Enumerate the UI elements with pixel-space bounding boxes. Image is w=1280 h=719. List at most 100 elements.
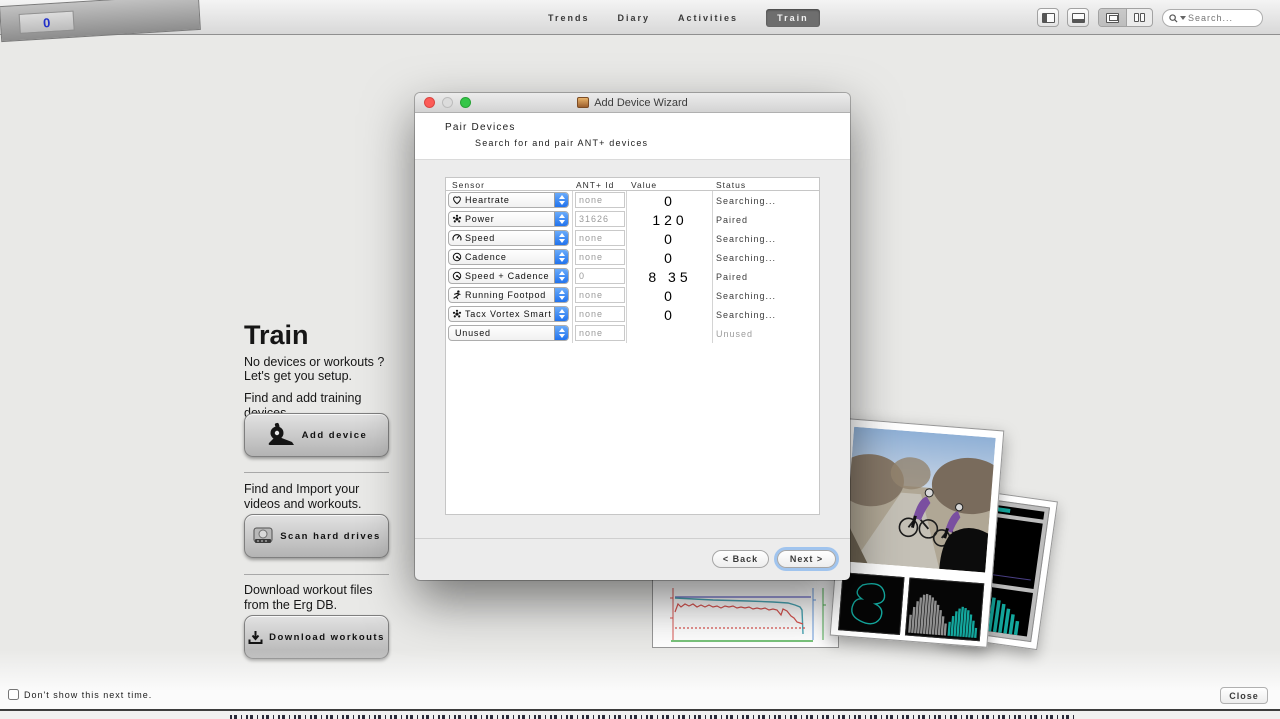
route-map-panel xyxy=(838,572,904,635)
add-device-button[interactable]: Add device xyxy=(244,413,389,457)
popup-stepper-icon[interactable] xyxy=(554,288,568,302)
tab-train[interactable]: Train xyxy=(766,9,820,27)
sensor-status: Searching... xyxy=(716,248,776,267)
popup-stepper-icon[interactable] xyxy=(554,193,568,207)
bottom-bar-clipped-text xyxy=(230,715,1075,719)
table-row: Power 31626 120 Paired xyxy=(446,210,819,229)
sensor-type-select[interactable]: Speed xyxy=(448,230,569,246)
zoom-window-icon[interactable] xyxy=(460,97,471,108)
popup-stepper-icon[interactable] xyxy=(554,326,568,340)
sensor-value: 0 xyxy=(627,286,713,305)
sensor-value: 0 xyxy=(627,305,713,324)
cyclists-photo xyxy=(844,427,996,573)
gear-icon xyxy=(452,309,462,319)
sensor-label: Speed + Cadence xyxy=(465,271,549,281)
col-ant-id: ANT+ Id xyxy=(576,180,614,190)
close-window-icon[interactable] xyxy=(424,97,435,108)
sensor-type-select[interactable]: Speed + Cadence xyxy=(448,268,569,284)
ant-id-field[interactable]: none xyxy=(575,287,625,303)
heart-icon xyxy=(452,195,462,205)
popup-stepper-icon[interactable] xyxy=(554,212,568,226)
popup-stepper-icon[interactable] xyxy=(554,250,568,264)
hard-drive-icon xyxy=(252,526,274,546)
add-device-label: Add device xyxy=(302,430,368,441)
sensor-value: 120 xyxy=(627,210,713,229)
tab-trends[interactable]: Trends xyxy=(548,13,590,23)
ant-id-field[interactable]: none xyxy=(575,306,625,322)
intro-line-1: No devices or workouts ? xyxy=(244,355,389,370)
sensor-type-select[interactable]: Running Footpod xyxy=(448,287,569,303)
bottombar-toggle-button[interactable] xyxy=(1067,8,1089,27)
gauge-icon xyxy=(452,233,462,243)
sensor-label: Running Footpod xyxy=(465,290,546,300)
sensor-label: Power xyxy=(465,214,495,224)
scan-hard-drives-button[interactable]: Scan hard drives xyxy=(244,514,389,558)
divider xyxy=(244,472,389,473)
popup-stepper-icon[interactable] xyxy=(554,231,568,245)
ant-id-field[interactable]: 31626 xyxy=(575,211,625,227)
ant-id-field[interactable]: none xyxy=(575,192,625,208)
ant-id-field[interactable]: 0 xyxy=(575,268,625,284)
background-fade xyxy=(0,650,1280,709)
scan-hard-drives-label: Scan hard drives xyxy=(280,531,381,542)
turbo-trainer-icon xyxy=(266,421,296,449)
ant-id-field[interactable]: none xyxy=(575,249,625,265)
crank-icon xyxy=(452,252,462,262)
tiled-view-button[interactable] xyxy=(1099,9,1126,26)
sidebar-toggle-button[interactable] xyxy=(1037,8,1059,27)
ant-id-field[interactable]: none xyxy=(575,325,625,341)
wizard-icon xyxy=(577,97,589,108)
scan-drives-hint: Find and Import your videos and workouts… xyxy=(244,482,389,511)
search-options-caret-icon[interactable] xyxy=(1180,16,1186,20)
close-button[interactable]: Close xyxy=(1220,687,1268,704)
tab-diary[interactable]: Diary xyxy=(618,13,651,23)
intro-line-2: Let's get you setup. xyxy=(244,369,389,384)
background-dashboard-card: 0 xyxy=(0,0,201,42)
tiled-view-icon xyxy=(1106,13,1119,23)
download-workouts-label: Download workouts xyxy=(269,632,385,643)
search-box[interactable] xyxy=(1162,9,1263,27)
sensor-value: 0 xyxy=(627,229,713,248)
step-title: Pair Devices xyxy=(445,122,850,133)
sensor-type-select[interactable]: Cadence xyxy=(448,249,569,265)
telemetry-bars-panel xyxy=(905,578,984,642)
view-tabs: Trends Diary Activities Train xyxy=(548,0,820,35)
wizard-step-header: Pair Devices Search for and pair ANT+ de… xyxy=(415,113,850,160)
table-row: Tacx Vortex Smart none 0 Searching... xyxy=(446,305,819,324)
sensor-value xyxy=(627,324,713,343)
table-row: Unused none Unused xyxy=(446,324,819,343)
sensor-type-select[interactable]: Unused xyxy=(448,325,569,341)
add-device-wizard-dialog: Add Device Wizard Pair Devices Search fo… xyxy=(415,93,850,580)
sensor-type-select[interactable]: Power xyxy=(448,211,569,227)
dont-show-label: Don't show this next time. xyxy=(24,690,152,700)
table-row: Cadence none 0 Searching... xyxy=(446,248,819,267)
back-button[interactable]: < Back xyxy=(712,550,769,568)
dialog-buttons-separator xyxy=(415,538,850,539)
divider xyxy=(244,574,389,575)
dialog-titlebar[interactable]: Add Device Wizard xyxy=(415,93,850,113)
col-status: Status xyxy=(716,180,746,190)
sensor-value: 0 xyxy=(627,191,713,210)
bottom-bar-clipped xyxy=(0,711,1280,719)
dont-show-checkbox[interactable] xyxy=(8,689,19,700)
minimize-window-icon[interactable] xyxy=(442,97,453,108)
next-button[interactable]: Next > xyxy=(777,550,836,568)
popup-stepper-icon[interactable] xyxy=(554,269,568,283)
bottombar-toggle-icon xyxy=(1072,13,1085,23)
dashboard-dial-panel: 0 xyxy=(19,11,75,34)
search-icon xyxy=(1169,14,1178,23)
compare-view-icon xyxy=(1134,13,1145,22)
sensor-label: Heartrate xyxy=(465,195,510,205)
sensor-type-select[interactable]: Tacx Vortex Smart xyxy=(448,306,569,322)
compare-view-button[interactable] xyxy=(1126,9,1153,26)
sensor-type-select[interactable]: Heartrate xyxy=(448,192,569,208)
popup-stepper-icon[interactable] xyxy=(554,307,568,321)
sensor-label: Speed xyxy=(465,233,495,243)
search-input[interactable] xyxy=(1188,13,1248,23)
sensor-status: Paired xyxy=(716,210,748,229)
tab-activities[interactable]: Activities xyxy=(678,13,738,23)
sidebar-toggle-icon xyxy=(1042,13,1055,23)
download-icon xyxy=(248,630,263,645)
sensor-label: Tacx Vortex Smart xyxy=(465,309,552,319)
ant-id-field[interactable]: none xyxy=(575,230,625,246)
